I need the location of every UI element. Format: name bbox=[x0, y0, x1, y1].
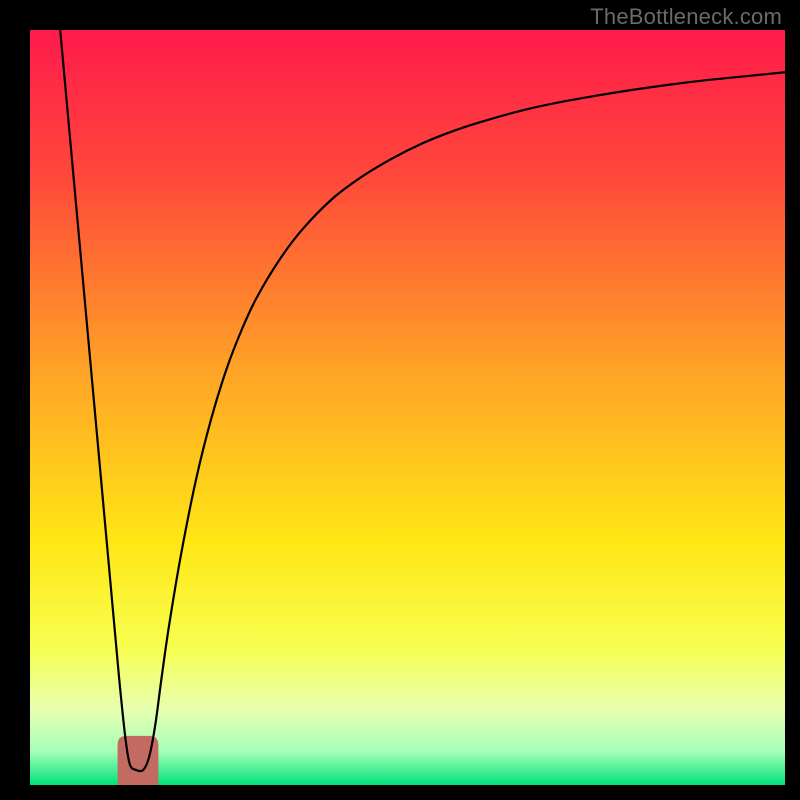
gradient-background bbox=[30, 30, 785, 785]
chart-frame bbox=[30, 30, 785, 785]
bottleneck-chart bbox=[30, 30, 785, 785]
watermark-text: TheBottleneck.com bbox=[590, 4, 782, 30]
